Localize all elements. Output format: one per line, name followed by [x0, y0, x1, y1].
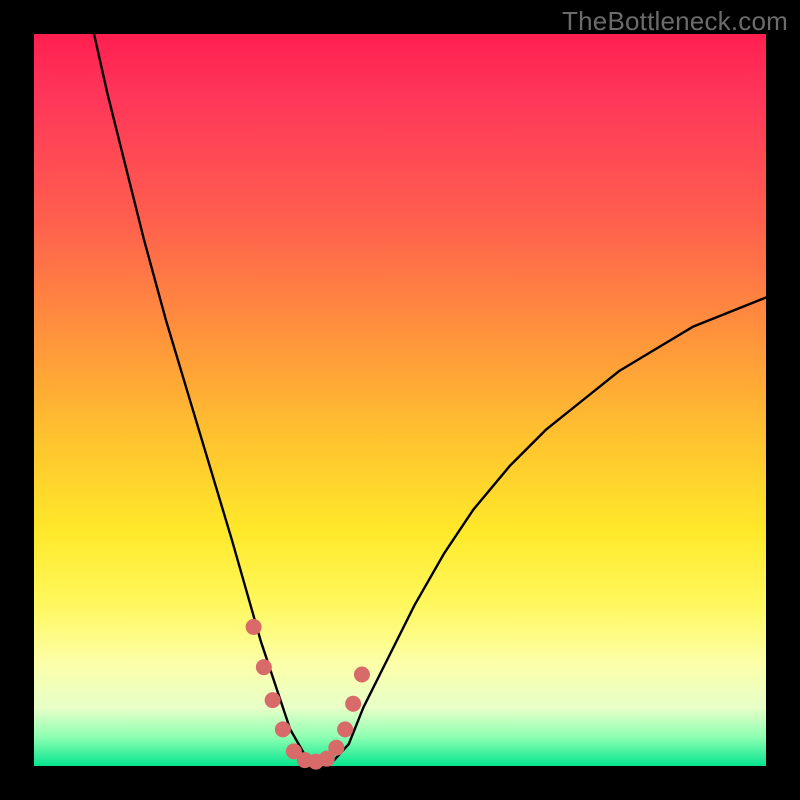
- marker-dot: [265, 692, 281, 708]
- marker-dot: [256, 659, 272, 675]
- highlight-markers: [246, 619, 370, 770]
- marker-dot: [275, 721, 291, 737]
- watermark-text: TheBottleneck.com: [562, 6, 788, 37]
- marker-dot: [328, 740, 344, 756]
- marker-dot: [337, 721, 353, 737]
- bottleneck-curve: [94, 34, 766, 762]
- outer-frame: TheBottleneck.com: [0, 0, 800, 800]
- marker-dot: [345, 696, 361, 712]
- marker-dot: [246, 619, 262, 635]
- marker-dot: [354, 667, 370, 683]
- chart-svg: [34, 34, 766, 766]
